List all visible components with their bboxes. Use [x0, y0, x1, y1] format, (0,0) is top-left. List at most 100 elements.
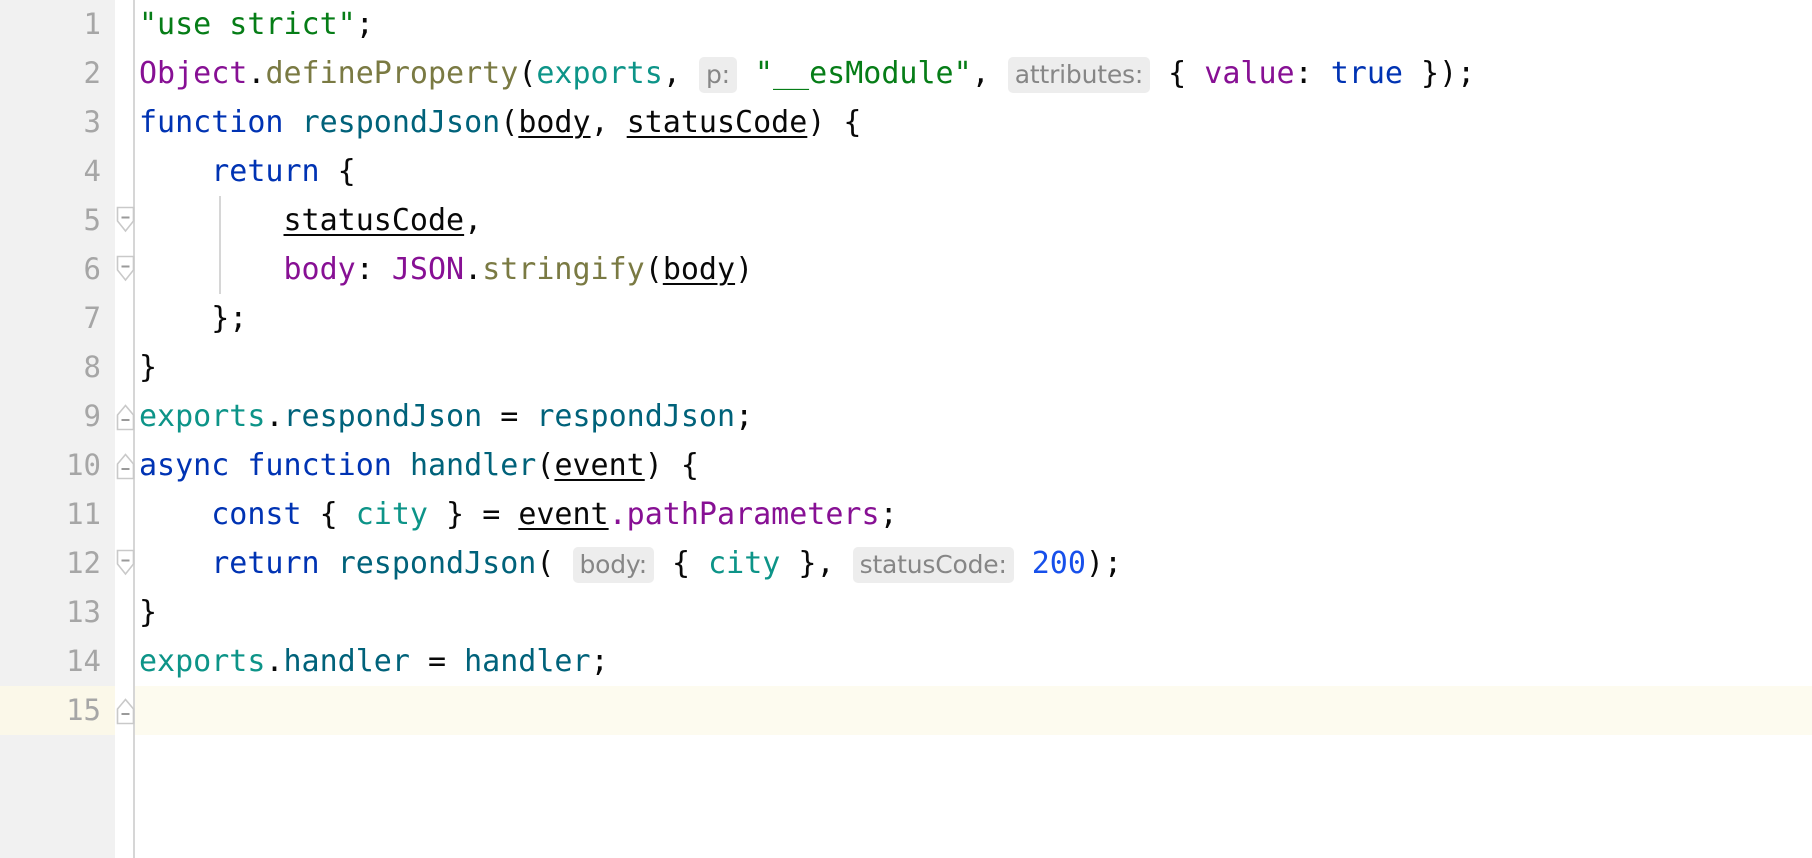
line-number: 9 — [83, 399, 101, 433]
line-number: 4 — [83, 154, 101, 188]
fold-column[interactable] — [115, 147, 135, 282]
code-text[interactable]: body: JSON.stringify(body) — [135, 245, 1812, 294]
code-text[interactable]: } — [135, 343, 1812, 392]
editor-line[interactable]: 10 async function handler(event) { — [0, 441, 1812, 576]
fold-column[interactable] — [115, 196, 135, 245]
token-dot: . — [247, 56, 266, 91]
fold-column[interactable] — [115, 637, 135, 686]
code-text[interactable]: }; — [135, 294, 1812, 343]
fold-column[interactable] — [115, 539, 135, 588]
editor-line[interactable]: 3 function respondJson(body, statusCode)… — [0, 98, 1812, 233]
editor-line[interactable]: 14 exports.handler = handler; — [0, 637, 1812, 686]
fold-column[interactable] — [115, 245, 135, 294]
code-text[interactable]: function respondJson(body, statusCode) { — [135, 98, 1812, 147]
code-text[interactable]: exports.respondJson = respondJson; — [135, 392, 1812, 441]
token-handler-name: handler — [409, 448, 537, 483]
editor-line[interactable]: 2 Object.defineProperty(exports, p: "__e… — [0, 49, 1812, 98]
code-text[interactable]: async function handler(event) { — [135, 441, 1812, 490]
fold-column[interactable] — [115, 441, 135, 576]
editor-line-active[interactable]: 15 — [0, 686, 1812, 735]
token-defineproperty: defineProperty — [265, 56, 519, 91]
token-tail: ); — [1085, 546, 1123, 581]
fold-column[interactable] — [115, 98, 135, 233]
code-text[interactable]: Object.defineProperty(exports, p: "__esM… — [135, 49, 1812, 98]
token-brace: { — [653, 546, 709, 581]
token-city-ref: city — [708, 546, 781, 581]
code-text[interactable]: "use strict"; — [135, 0, 1812, 49]
minus-box-up-icon[interactable] — [116, 306, 135, 431]
fold-column[interactable] — [115, 294, 135, 431]
token-semi: ; — [879, 497, 898, 532]
minus-box-down-icon[interactable] — [116, 108, 135, 233]
minus-box-up-icon[interactable] — [116, 600, 135, 725]
editor-line[interactable]: 1 "use strict"; — [0, 0, 1812, 49]
token-paren: ( — [518, 56, 537, 91]
editor-line[interactable]: 13 } — [0, 588, 1812, 725]
line-number: 10 — [66, 448, 101, 482]
editor-line[interactable]: 5 statusCode, — [0, 196, 1812, 245]
inlay-hint-p[interactable]: p: — [698, 57, 737, 93]
line-number: 8 — [83, 350, 101, 384]
inlay-hint-attributes[interactable]: attributes: — [1007, 57, 1151, 93]
code-text[interactable]: statusCode, — [135, 196, 1812, 245]
editor-line[interactable]: 6 body: JSON.stringify(body) — [0, 245, 1812, 294]
token-function-keyword: function — [139, 105, 284, 140]
token-handler-ref: handler — [464, 644, 591, 679]
fold-column[interactable] — [115, 49, 135, 98]
code-text[interactable]: } — [135, 588, 1812, 637]
line-number: 13 — [66, 595, 101, 629]
code-text[interactable]: exports.handler = handler; — [135, 637, 1812, 686]
token-city-variable: city — [355, 497, 428, 532]
fold-column[interactable] — [115, 588, 135, 725]
token-respondjson-call: respondJson — [337, 546, 537, 581]
token-number-200: 200 — [1031, 546, 1086, 581]
editor-line[interactable]: 12 return respondJson( body: { city }, s… — [0, 539, 1812, 588]
token-body-arg: body — [662, 252, 736, 287]
code-text[interactable]: const { city } = event.pathParameters; — [135, 490, 1812, 539]
code-text[interactable] — [135, 686, 1812, 735]
fold-column[interactable] — [115, 0, 135, 49]
editor-line[interactable]: 9 exports.respondJson = respondJson; — [0, 392, 1812, 441]
token-exports: exports — [139, 644, 266, 679]
inlay-hint-statuscode[interactable]: statusCode: — [852, 547, 1014, 583]
editor-line[interactable]: 7 }; — [0, 294, 1812, 431]
fold-column[interactable] — [115, 490, 135, 539]
code-text[interactable]: return { — [135, 147, 1812, 196]
line-number: 1 — [83, 7, 101, 41]
token-brace: { — [301, 497, 356, 532]
minus-box-down-icon[interactable] — [116, 157, 135, 282]
token-paren: ( — [536, 448, 555, 483]
token-body-key: body — [283, 252, 356, 287]
token-semi: ; — [735, 399, 754, 434]
token-handler-member: handler — [283, 644, 410, 679]
token-return-keyword: return — [211, 154, 320, 189]
minus-box-up-icon[interactable] — [116, 355, 135, 480]
fold-column[interactable] — [115, 343, 135, 480]
fold-column[interactable] — [115, 392, 135, 441]
inlay-hint-body[interactable]: body: — [572, 547, 654, 583]
token-dot: . — [265, 399, 284, 434]
fold-column[interactable] — [115, 686, 135, 735]
token-stringify-call: stringify — [482, 252, 645, 287]
editor-line[interactable]: 4 return { — [0, 147, 1812, 282]
editor-line[interactable]: 11 const { city } = event.pathParameters… — [0, 490, 1812, 539]
editor-line[interactable]: 8 } — [0, 343, 1812, 480]
token-colon: : — [1294, 56, 1331, 91]
token-tail: }); — [1402, 56, 1476, 91]
token-tail: ) { — [807, 105, 862, 140]
token-string: "use strict" — [139, 7, 356, 42]
line-number: 7 — [83, 301, 101, 335]
line-number: 12 — [66, 546, 101, 580]
code-editor[interactable]: 1 "use strict"; 2 Object.defineProperty(… — [0, 0, 1812, 858]
minus-box-down-icon[interactable] — [116, 451, 135, 576]
code-text[interactable]: return respondJson( body: { city }, stat… — [135, 539, 1812, 588]
token-equals: = — [409, 644, 465, 679]
